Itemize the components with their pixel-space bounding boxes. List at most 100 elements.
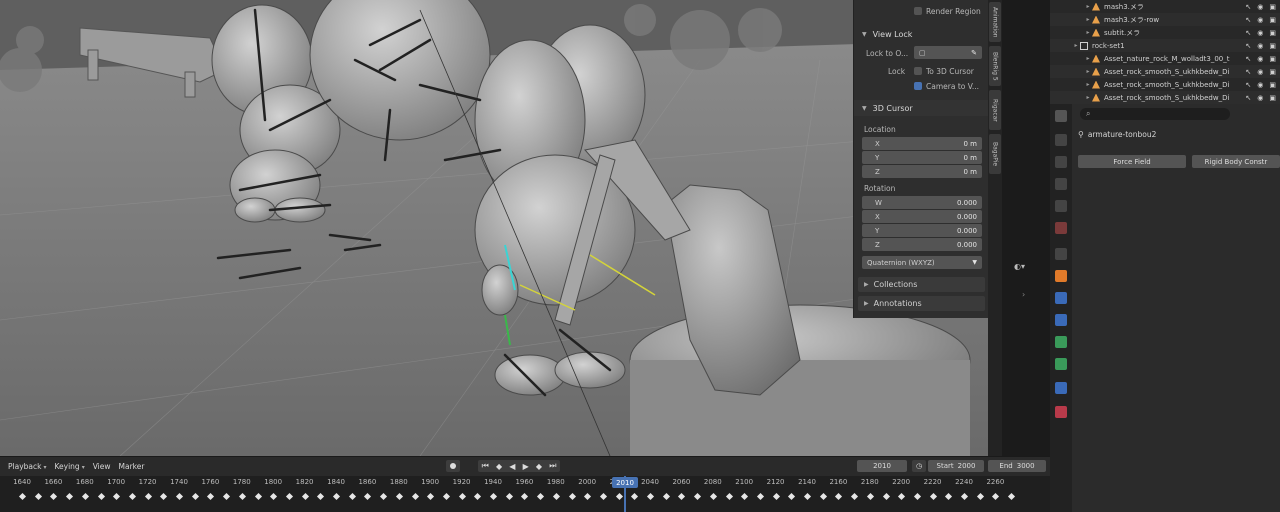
end-frame-field[interactable]: End 3000	[988, 460, 1046, 472]
keyframe-marker[interactable]	[18, 492, 27, 501]
keyframe-marker[interactable]	[521, 492, 529, 501]
chevron-right-icon[interactable]: ›	[1022, 290, 1025, 299]
expand-arrow-icon[interactable]: ▸	[1072, 42, 1080, 49]
eye-icon[interactable]: ◉	[1257, 3, 1263, 11]
keyframe-marker[interactable]	[599, 492, 607, 501]
select-arrow-icon[interactable]: ↖	[1245, 68, 1251, 76]
visibility-toggles[interactable]: ↖ ◉ ▣	[1245, 68, 1276, 76]
select-arrow-icon[interactable]: ↖	[1245, 81, 1251, 89]
select-arrow-icon[interactable]: ↖	[1245, 55, 1251, 63]
jump-start-icon[interactable]: ⏮	[482, 461, 489, 471]
render-region-checkbox[interactable]	[914, 7, 922, 15]
data-tab-icon[interactable]	[1055, 382, 1067, 394]
tab-blenrig[interactable]: BlenRig 5	[989, 46, 1001, 86]
eye-icon[interactable]: ◉	[1257, 68, 1263, 76]
keyframe-marker[interactable]	[364, 492, 372, 501]
keyframe-marker[interactable]	[505, 492, 513, 501]
expand-arrow-icon[interactable]: ▸	[1084, 81, 1092, 88]
keyframe-marker[interactable]	[615, 492, 623, 501]
physics-tab-icon[interactable]	[1055, 336, 1067, 348]
view-lock-header[interactable]: ▼ View Lock	[854, 26, 989, 42]
modifier-tab-icon[interactable]	[1055, 292, 1067, 304]
keyframe-marker[interactable]	[882, 492, 890, 501]
keyframe-marker[interactable]	[772, 492, 780, 501]
keyframe-marker[interactable]	[992, 492, 1000, 501]
view-menu[interactable]: View	[93, 462, 111, 471]
select-arrow-icon[interactable]: ↖	[1245, 42, 1251, 50]
keyframe-marker[interactable]	[301, 492, 309, 501]
jump-end-icon[interactable]: ⏭	[549, 461, 556, 471]
keyframe-marker[interactable]	[160, 492, 168, 501]
prev-keyframe-icon[interactable]: ◆	[496, 462, 502, 471]
camera-icon[interactable]: ▣	[1269, 3, 1276, 11]
playback-menu[interactable]: Playback ▾	[8, 462, 46, 471]
keyframe-marker[interactable]	[537, 492, 545, 501]
constraints-tab-icon[interactable]	[1055, 358, 1067, 370]
keyframe-marker[interactable]	[866, 492, 874, 501]
keyframe-marker[interactable]	[552, 492, 560, 501]
keyframe-marker[interactable]	[223, 492, 231, 501]
particles-tab-icon[interactable]	[1055, 314, 1067, 326]
eye-icon[interactable]: ◉	[1257, 55, 1263, 63]
output-tab-icon[interactable]	[1055, 156, 1067, 168]
keyframe-marker[interactable]	[50, 492, 58, 501]
keyframe-marker[interactable]	[756, 492, 764, 501]
eye-icon[interactable]: ◉	[1257, 42, 1263, 50]
eye-icon[interactable]: ◉	[1257, 29, 1263, 37]
visibility-toggles[interactable]: ↖ ◉ ▣	[1245, 16, 1276, 24]
visibility-toggles[interactable]: ↖ ◉ ▣	[1245, 55, 1276, 63]
outliner-row[interactable]: ▸ mash3.メラ-row ↖ ◉ ▣	[1050, 13, 1280, 26]
expand-arrow-icon[interactable]: ▸	[1084, 94, 1092, 101]
viewport-shading-icon[interactable]: ◐▾	[1014, 262, 1036, 274]
camera-icon[interactable]: ▣	[1269, 68, 1276, 76]
playback-controls[interactable]: ⏮ ◆ ◀ ▶ ◆ ⏭	[478, 460, 560, 472]
keyframe-marker[interactable]	[254, 492, 262, 501]
keyframe-marker[interactable]	[584, 492, 592, 501]
texture-tab-icon[interactable]	[1055, 406, 1067, 418]
camera-icon[interactable]: ▣	[1269, 55, 1276, 63]
keyframe-marker[interactable]	[741, 492, 749, 501]
keyframe-marker[interactable]	[113, 492, 121, 501]
keyframe-marker[interactable]	[976, 492, 984, 501]
keyframe-marker[interactable]	[97, 492, 105, 501]
object-tab-icon[interactable]	[1055, 270, 1067, 282]
tool-tab-icon[interactable]	[1055, 110, 1067, 122]
rotation-y-field[interactable]: Y 0.000	[862, 224, 982, 237]
keyframe-marker[interactable]	[913, 492, 921, 501]
collections-panel-header[interactable]: ▶ Collections	[858, 277, 985, 292]
3d-viewport[interactable]	[0, 0, 990, 456]
keyframe-marker[interactable]	[270, 492, 278, 501]
keyframe-marker[interactable]	[175, 492, 184, 501]
eye-icon[interactable]: ◉	[1257, 81, 1263, 89]
lock-to-object-field[interactable]: ▢ ✎	[914, 46, 982, 59]
next-keyframe-icon[interactable]: ◆	[536, 462, 542, 471]
annotations-panel-header[interactable]: ▶ Annotations	[858, 296, 985, 311]
view-layer-tab-icon[interactable]	[1055, 178, 1067, 190]
keyframe-marker[interactable]	[1008, 492, 1016, 501]
location-x-field[interactable]: X 0 m	[862, 137, 982, 150]
keyframe-marker[interactable]	[238, 492, 246, 501]
visibility-toggles[interactable]: ↖ ◉ ▣	[1245, 81, 1276, 89]
keyframe-marker[interactable]	[144, 492, 152, 501]
camera-icon[interactable]: ▣	[1269, 42, 1276, 50]
rotation-x-field[interactable]: X 0.000	[862, 210, 982, 223]
keyframe-marker[interactable]	[568, 492, 576, 501]
keyframe-marker[interactable]	[348, 492, 356, 501]
outliner-row[interactable]: ▸ Asset_rock_smooth_S_ukhkbedw_Di ↖ ◉ ▣	[1050, 65, 1280, 78]
location-z-field[interactable]: Z 0 m	[862, 165, 982, 178]
camera-icon[interactable]: ▣	[1269, 94, 1276, 102]
keyframe-marker[interactable]	[66, 492, 74, 501]
play-icon[interactable]: ▶	[523, 462, 529, 471]
keyframe-marker[interactable]	[474, 492, 482, 501]
outliner-row[interactable]: ▸ Asset_rock_smooth_S_ukhkbedw_Di ↖ ◉ ▣	[1050, 78, 1280, 91]
keyframe-marker[interactable]	[803, 492, 812, 501]
keyframe-marker[interactable]	[662, 492, 670, 501]
eye-icon[interactable]: ◉	[1257, 94, 1263, 102]
force-field-button[interactable]: Force Field	[1078, 155, 1186, 168]
keyframe-marker[interactable]	[285, 492, 293, 501]
keyframe-marker[interactable]	[678, 492, 686, 501]
tab-animation[interactable]: Animation	[989, 2, 1001, 42]
expand-arrow-icon[interactable]: ▸	[1084, 16, 1092, 23]
keyframe-marker[interactable]	[380, 492, 388, 501]
collection-tab-icon[interactable]	[1055, 248, 1067, 260]
